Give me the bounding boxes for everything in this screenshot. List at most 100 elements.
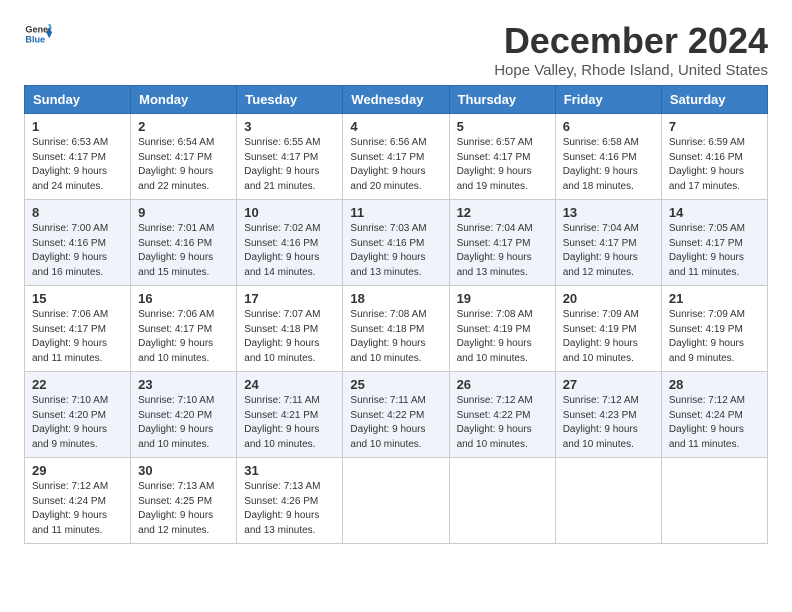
day-number: 21 [669,291,760,306]
calendar-cell: 3Sunrise: 6:55 AM Sunset: 4:17 PM Daylig… [237,114,343,200]
calendar-cell: 30 Sunrise: 7:13 AM Sunset: 4:25 PM Dayli… [131,458,237,544]
calendar-cell: 22Sunrise: 7:10 AM Sunset: 4:20 PM Dayli… [25,372,131,458]
day-number: 10 [244,205,335,220]
day-info: Sunrise: 7:01 AM Sunset: 4:16 PM Dayligh… [138,223,214,278]
calendar-cell: 5 Sunrise: 6:57 AM Sunset: 4:17 PM Daylig… [449,114,555,200]
weekday-header-tuesday: Tuesday [237,86,343,114]
day-number: 5 [457,119,548,134]
calendar-table: SundayMondayTuesdayWednesdayThursdayFrid… [24,85,768,544]
weekday-header-row: SundayMondayTuesdayWednesdayThursdayFrid… [25,86,768,114]
day-info: Sunrise: 6:58 AM Sunset: 4:16 PM Dayligh… [563,137,639,192]
day-number: 25 [350,377,441,392]
calendar-cell: 27Sunrise: 7:12 AM Sunset: 4:23 PM Dayli… [555,372,661,458]
weekday-header-thursday: Thursday [449,86,555,114]
day-info: Sunrise: 7:04 AM Sunset: 4:17 PM Dayligh… [457,223,533,278]
day-info: Sunrise: 7:03 AM Sunset: 4:16 PM Dayligh… [350,223,426,278]
weekday-header-saturday: Saturday [661,86,767,114]
calendar-cell: 20 Sunrise: 7:09 AM Sunset: 4:19 PM Dayli… [555,286,661,372]
day-number: 6 [563,119,654,134]
calendar-cell [343,458,449,544]
day-info: Sunrise: 7:10 AM Sunset: 4:20 PM Dayligh… [32,395,108,450]
day-number: 2 [138,119,229,134]
day-number: 29 [32,463,123,478]
day-info: Sunrise: 6:59 AM Sunset: 4:16 PM Dayligh… [669,137,745,192]
day-number: 17 [244,291,335,306]
calendar-cell: 18 Sunrise: 7:08 AM Sunset: 4:18 PM Dayli… [343,286,449,372]
calendar-cell: 23 Sunrise: 7:10 AM Sunset: 4:20 PM Dayli… [131,372,237,458]
calendar-cell: 1Sunrise: 6:53 AM Sunset: 4:17 PM Daylig… [25,114,131,200]
title-block: December 2024 Hope Valley, Rhode Island,… [494,20,768,79]
day-number: 28 [669,377,760,392]
week-row-1: 1Sunrise: 6:53 AM Sunset: 4:17 PM Daylig… [25,114,768,200]
day-number: 3 [244,119,335,134]
calendar-cell: 7 Sunrise: 6:59 AM Sunset: 4:16 PM Daylig… [661,114,767,200]
day-info: Sunrise: 7:12 AM Sunset: 4:24 PM Dayligh… [669,395,745,450]
calendar-cell: 17 Sunrise: 7:07 AM Sunset: 4:18 PM Dayli… [237,286,343,372]
day-info: Sunrise: 7:10 AM Sunset: 4:20 PM Dayligh… [138,395,214,450]
day-info: Sunrise: 7:11 AM Sunset: 4:22 PM Dayligh… [350,395,425,450]
week-row-5: 29 Sunrise: 7:12 AM Sunset: 4:24 PM Dayli… [25,458,768,544]
day-info: Sunrise: 7:08 AM Sunset: 4:19 PM Dayligh… [457,309,533,364]
calendar-cell: 10 Sunrise: 7:02 AM Sunset: 4:16 PM Dayli… [237,200,343,286]
day-info: Sunrise: 7:05 AM Sunset: 4:17 PM Dayligh… [669,223,745,278]
day-info: Sunrise: 7:02 AM Sunset: 4:16 PM Dayligh… [244,223,320,278]
day-info: Sunrise: 7:06 AM Sunset: 4:17 PM Dayligh… [138,309,214,364]
day-number: 1 [32,119,123,134]
week-row-2: 8Sunrise: 7:00 AM Sunset: 4:16 PM Daylig… [25,200,768,286]
calendar-cell: 9Sunrise: 7:01 AM Sunset: 4:16 PM Daylig… [131,200,237,286]
day-info: Sunrise: 7:08 AM Sunset: 4:18 PM Dayligh… [350,309,426,364]
day-number: 23 [138,377,229,392]
calendar-cell [555,458,661,544]
week-row-4: 22Sunrise: 7:10 AM Sunset: 4:20 PM Dayli… [25,372,768,458]
calendar-cell: 29 Sunrise: 7:12 AM Sunset: 4:24 PM Dayli… [25,458,131,544]
logo: General Blue [24,20,52,48]
day-info: Sunrise: 7:12 AM Sunset: 4:24 PM Dayligh… [32,481,108,536]
day-number: 13 [563,205,654,220]
day-info: Sunrise: 7:13 AM Sunset: 4:26 PM Dayligh… [244,481,320,536]
weekday-header-monday: Monday [131,86,237,114]
day-number: 26 [457,377,548,392]
day-number: 31 [244,463,335,478]
day-number: 4 [350,119,441,134]
day-info: Sunrise: 7:13 AM Sunset: 4:25 PM Dayligh… [138,481,214,536]
calendar-cell: 11 Sunrise: 7:03 AM Sunset: 4:16 PM Dayli… [343,200,449,286]
day-number: 14 [669,205,760,220]
day-number: 20 [563,291,654,306]
day-number: 30 [138,463,229,478]
day-number: 7 [669,119,760,134]
day-number: 24 [244,377,335,392]
day-number: 11 [350,205,441,220]
calendar-cell: 31 Sunrise: 7:13 AM Sunset: 4:26 PM Dayli… [237,458,343,544]
calendar-cell: 28 Sunrise: 7:12 AM Sunset: 4:24 PM Dayli… [661,372,767,458]
week-row-3: 15 Sunrise: 7:06 AM Sunset: 4:17 PM Dayli… [25,286,768,372]
day-number: 18 [350,291,441,306]
header: General Blue December 2024 Hope Valley, … [24,20,768,79]
day-info: Sunrise: 7:11 AM Sunset: 4:21 PM Dayligh… [244,395,319,450]
calendar-cell: 15 Sunrise: 7:06 AM Sunset: 4:17 PM Dayli… [25,286,131,372]
month-title: December 2024 [494,20,768,62]
day-info: Sunrise: 7:09 AM Sunset: 4:19 PM Dayligh… [563,309,639,364]
day-number: 16 [138,291,229,306]
day-number: 27 [563,377,654,392]
svg-text:Blue: Blue [25,34,45,44]
location-subtitle: Hope Valley, Rhode Island, United States [494,62,768,79]
calendar-cell: 21Sunrise: 7:09 AM Sunset: 4:19 PM Dayli… [661,286,767,372]
day-info: Sunrise: 6:57 AM Sunset: 4:17 PM Dayligh… [457,137,533,192]
calendar-cell: 19 Sunrise: 7:08 AM Sunset: 4:19 PM Dayli… [449,286,555,372]
day-info: Sunrise: 7:06 AM Sunset: 4:17 PM Dayligh… [32,309,108,364]
day-number: 12 [457,205,548,220]
calendar-cell: 6 Sunrise: 6:58 AM Sunset: 4:16 PM Daylig… [555,114,661,200]
day-info: Sunrise: 6:56 AM Sunset: 4:17 PM Dayligh… [350,137,426,192]
day-number: 15 [32,291,123,306]
day-info: Sunrise: 7:07 AM Sunset: 4:18 PM Dayligh… [244,309,320,364]
day-number: 19 [457,291,548,306]
calendar-cell: 13 Sunrise: 7:04 AM Sunset: 4:17 PM Dayli… [555,200,661,286]
calendar-cell: 2Sunrise: 6:54 AM Sunset: 4:17 PM Daylig… [131,114,237,200]
calendar-cell: 12 Sunrise: 7:04 AM Sunset: 4:17 PM Dayli… [449,200,555,286]
calendar-cell: 4 Sunrise: 6:56 AM Sunset: 4:17 PM Daylig… [343,114,449,200]
day-number: 8 [32,205,123,220]
day-info: Sunrise: 7:04 AM Sunset: 4:17 PM Dayligh… [563,223,639,278]
weekday-header-sunday: Sunday [25,86,131,114]
weekday-header-wednesday: Wednesday [343,86,449,114]
calendar-cell: 25 Sunrise: 7:11 AM Sunset: 4:22 PM Dayli… [343,372,449,458]
